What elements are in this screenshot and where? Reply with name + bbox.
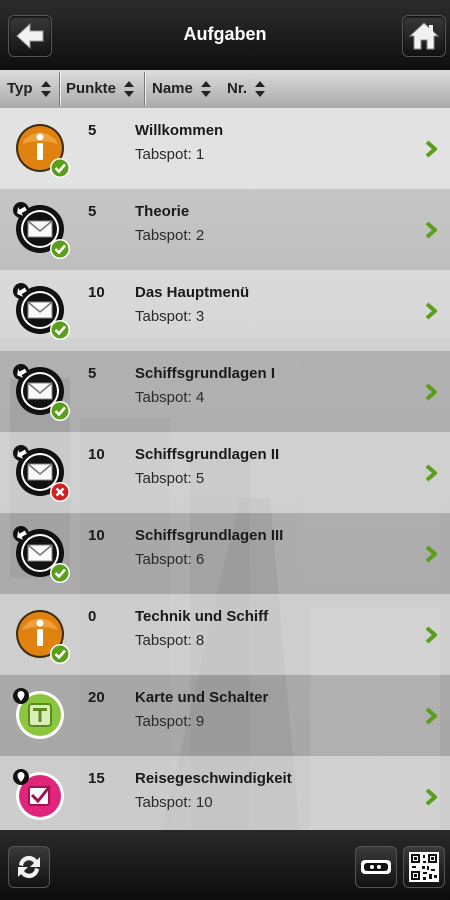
task-points: 10 bbox=[88, 527, 105, 544]
task-points: 0 bbox=[88, 608, 97, 625]
task-name: Schiffsgrundlagen I bbox=[135, 365, 276, 382]
info-icon bbox=[16, 610, 70, 664]
task-name: Schiffsgrundlagen III bbox=[135, 527, 284, 544]
home-button[interactable] bbox=[402, 15, 446, 57]
check-badge-icon bbox=[50, 644, 70, 664]
page-title: Aufgaben bbox=[183, 24, 267, 44]
task-name: Schiffsgrundlagen II bbox=[135, 446, 280, 463]
task-points: 5 bbox=[88, 122, 97, 139]
task-name: Technik und Schiff bbox=[135, 608, 269, 625]
column-label-number: Nr. bbox=[227, 80, 248, 97]
toggle-view-icon bbox=[361, 860, 391, 874]
task-row[interactable]: 10 Schiffsgrundlagen III Tabspot: 6 bbox=[0, 513, 450, 594]
task-tabspot: Tabspot: 2 bbox=[135, 227, 205, 244]
task-row[interactable]: 0 Technik und Schiff Tabspot: 8 bbox=[0, 594, 450, 675]
task-list[interactable]: 5 Willkommen Tabspot: 1 5 Theorie Tabspot: 2 1… bbox=[0, 108, 450, 830]
column-label-name: Name bbox=[152, 80, 193, 97]
task-tabspot: Tabspot: 3 bbox=[135, 308, 205, 325]
task-tabspot: Tabspot: 5 bbox=[135, 470, 205, 487]
fail-badge-icon bbox=[50, 482, 70, 502]
qr-code-button[interactable] bbox=[403, 846, 445, 888]
task-points: 20 bbox=[88, 689, 105, 706]
task-points: 5 bbox=[88, 365, 97, 382]
chevron-right-icon[interactable] bbox=[424, 140, 438, 158]
task-tabspot: Tabspot: 10 bbox=[135, 794, 213, 811]
column-label-type: Typ bbox=[7, 80, 33, 97]
task-points: 10 bbox=[88, 284, 105, 301]
task-tabspot: Tabspot: 8 bbox=[135, 632, 205, 649]
task-name: Das Hauptmenü bbox=[135, 284, 250, 301]
chevron-right-icon[interactable] bbox=[424, 221, 438, 239]
toggle-view-button[interactable] bbox=[355, 846, 397, 888]
task-row[interactable]: 5 Willkommen Tabspot: 1 bbox=[0, 108, 450, 189]
chevron-right-icon[interactable] bbox=[424, 464, 438, 482]
task-row[interactable]: 20 Karte und Schalter Tabspot: 9 bbox=[0, 675, 450, 756]
column-divider bbox=[59, 72, 60, 106]
task-points: 5 bbox=[88, 203, 97, 220]
chevron-right-icon[interactable] bbox=[424, 788, 438, 806]
check-badge-icon bbox=[50, 401, 70, 421]
checkbox-task-icon bbox=[13, 769, 64, 820]
chevron-right-icon[interactable] bbox=[424, 626, 438, 644]
task-name: Reisegeschwindigkeit bbox=[135, 770, 292, 787]
task-row[interactable]: 5 Schiffsgrundlagen I Tabspot: 4 bbox=[0, 351, 450, 432]
info-icon bbox=[16, 124, 70, 178]
message-icon bbox=[13, 526, 70, 583]
task-points: 10 bbox=[88, 446, 105, 463]
sort-by-points[interactable]: Punkte bbox=[66, 70, 135, 108]
column-divider bbox=[144, 72, 145, 106]
check-badge-icon bbox=[50, 320, 70, 340]
chevron-right-icon[interactable] bbox=[424, 545, 438, 563]
text-task-icon bbox=[13, 688, 64, 739]
sort-arrows-icon bbox=[201, 81, 212, 98]
chevron-right-icon[interactable] bbox=[424, 383, 438, 401]
task-row[interactable]: 5 Theorie Tabspot: 2 bbox=[0, 189, 450, 270]
message-icon bbox=[13, 364, 70, 421]
check-badge-icon bbox=[50, 158, 70, 178]
message-icon bbox=[13, 283, 70, 340]
chevron-right-icon[interactable] bbox=[424, 302, 438, 320]
task-points: 15 bbox=[88, 770, 105, 787]
task-tabspot: Tabspot: 4 bbox=[135, 389, 205, 406]
task-tabspot: Tabspot: 6 bbox=[135, 551, 205, 568]
sort-arrows-icon bbox=[124, 81, 135, 98]
task-tabspot: Tabspot: 9 bbox=[135, 713, 205, 730]
task-name: Willkommen bbox=[135, 122, 224, 139]
sync-button[interactable] bbox=[8, 846, 50, 888]
task-name: Theorie bbox=[135, 203, 190, 220]
task-tabspot: Tabspot: 1 bbox=[135, 146, 205, 163]
column-label-points: Punkte bbox=[66, 80, 117, 97]
sort-by-number[interactable]: Nr. bbox=[227, 70, 266, 108]
check-badge-icon bbox=[50, 239, 70, 259]
sort-by-type[interactable]: Typ bbox=[7, 70, 52, 108]
sync-icon bbox=[18, 855, 40, 879]
sort-arrows-icon bbox=[255, 81, 266, 98]
column-header-bar: Typ Punkte Name Nr. bbox=[0, 70, 450, 109]
task-name: Karte und Schalter bbox=[135, 689, 269, 706]
task-row[interactable]: 10 Schiffsgrundlagen II Tabspot: 5 bbox=[0, 432, 450, 513]
qr-code-icon bbox=[409, 852, 439, 882]
top-bar: Aufgaben bbox=[0, 0, 450, 70]
home-icon bbox=[408, 22, 440, 50]
task-row[interactable]: 10 Das Hauptmenü Tabspot: 3 bbox=[0, 270, 450, 351]
check-badge-icon bbox=[50, 563, 70, 583]
sort-by-name[interactable]: Name bbox=[152, 70, 212, 108]
message-icon bbox=[13, 202, 70, 259]
sort-arrows-icon bbox=[40, 81, 51, 98]
task-row[interactable]: 15 Reisegeschwindigkeit Tabspot: 10 bbox=[0, 756, 450, 830]
message-icon bbox=[13, 445, 70, 502]
chevron-right-icon[interactable] bbox=[424, 707, 438, 725]
bottom-bar bbox=[0, 830, 450, 900]
